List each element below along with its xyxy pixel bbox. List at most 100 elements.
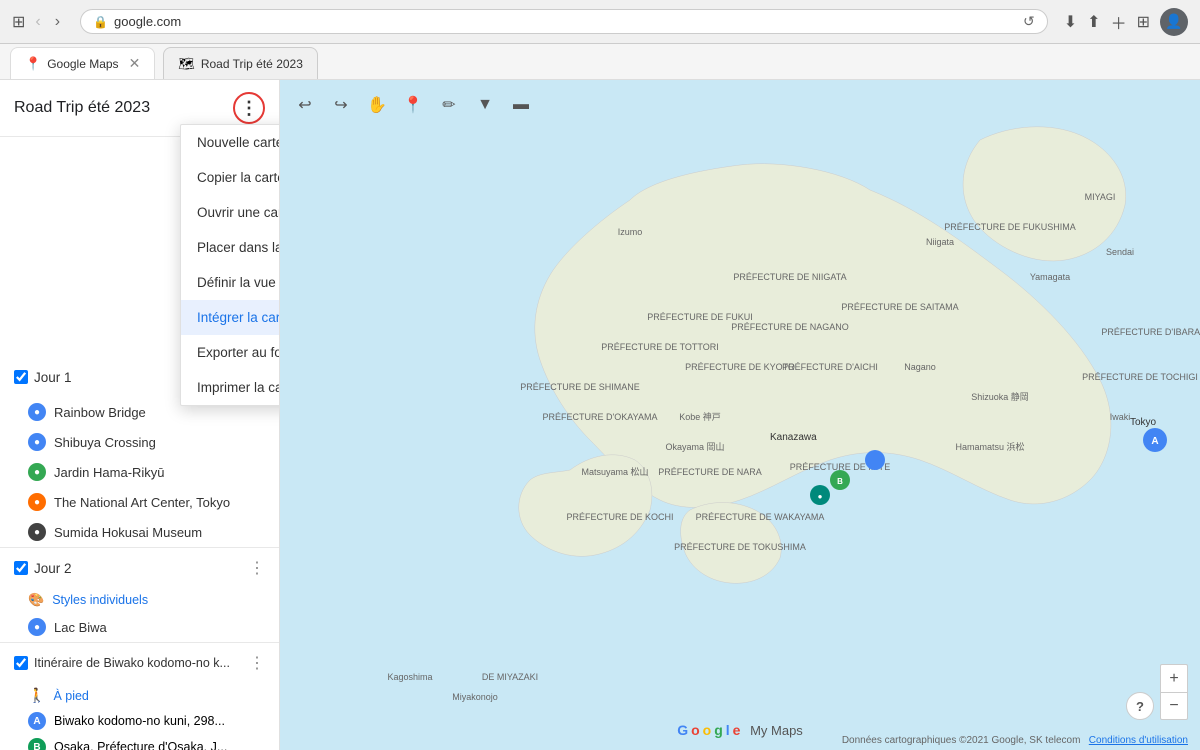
hand-tool-button[interactable]: ✋ — [360, 88, 394, 122]
svg-text:Izumo: Izumo — [618, 227, 643, 237]
national-art-label: The National Art Center, Tokyo — [54, 495, 230, 510]
sidebar-title: Road Trip été 2023 — [14, 99, 150, 117]
map-toolbar: ↩ ↪ ✋ 📍 ✏ ▼ ▬ — [288, 88, 538, 122]
tab-bar: 📍 Google Maps ✕ 🗺 Road Trip été 2023 — [0, 44, 1200, 80]
menu-item-ouvrir[interactable]: Ouvrir une carte — [181, 195, 280, 230]
styles-item[interactable]: 🎨 Styles individuels — [0, 588, 279, 612]
tab1-close[interactable]: ✕ — [129, 55, 141, 72]
avatar[interactable]: 👤 — [1160, 8, 1188, 36]
section1-checkbox[interactable] — [14, 370, 28, 384]
list-item-sumida[interactable]: ● Sumida Hokusai Museum — [0, 517, 279, 547]
svg-text:Sendai: Sendai — [1106, 247, 1134, 257]
zoom-out-button[interactable]: − — [1160, 692, 1188, 720]
svg-text:Hamamatsu 浜松: Hamamatsu 浜松 — [955, 441, 1024, 452]
footer-link[interactable]: Conditions d'utilisation — [1089, 735, 1188, 746]
menu-item-kml[interactable]: Exporter au format KML/KMZ — [181, 335, 280, 370]
route-a-icon: A — [28, 712, 46, 730]
section3-title: Itinéraire de Biwako kodomo-no k... — [34, 656, 230, 670]
svg-text:PRÉFECTURE DE KYOTO: PRÉFECTURE DE KYOTO — [685, 362, 795, 372]
lac-biwa-label: Lac Biwa — [54, 620, 107, 635]
route-b-icon: B — [28, 738, 46, 750]
section3-more-button[interactable]: ⋮ — [249, 653, 265, 673]
menu-item-copier[interactable]: Copier la carte — [181, 160, 280, 195]
route-item-b[interactable]: B Osaka, Préfecture d'Osaka, J... — [0, 734, 279, 750]
route-a-label: Biwako kodomo-no kuni, 298... — [54, 714, 225, 728]
section2-header: Jour 2 ⋮ — [0, 548, 279, 588]
forward-button[interactable]: › — [51, 11, 64, 33]
more-options-button[interactable]: ⋮ — [233, 92, 265, 124]
svg-text:PRÉFECTURE DE TOTTORI: PRÉFECTURE DE TOTTORI — [601, 342, 719, 352]
section2-title: Jour 2 — [34, 561, 72, 576]
lac-biwa-icon: ● — [28, 618, 46, 636]
menu-item-integrer[interactable]: Intégrer la carte à mon site — [181, 300, 280, 335]
svg-text:Kagoshima: Kagoshima — [387, 672, 432, 682]
shibuya-label: Shibuya Crossing — [54, 435, 156, 450]
pin-tool-button[interactable]: 📍 — [396, 88, 430, 122]
svg-text:Miyakonojo: Miyakonojo — [452, 692, 498, 702]
section2-more-button[interactable]: ⋮ — [249, 558, 265, 578]
hama-rikyu-icon: ● — [28, 463, 46, 481]
sidebar-toggle-icon[interactable]: ⊞ — [12, 12, 25, 32]
footer-credits: Données cartographiques ©2021 Google, SK… — [842, 735, 1081, 746]
menu-item-imprimer[interactable]: Imprimer la carte — [181, 370, 280, 405]
section3-checkbox[interactable] — [14, 656, 28, 670]
svg-text:PRÉFECTURE D'IBARAKI: PRÉFECTURE D'IBARAKI — [1101, 327, 1200, 337]
svg-text:Kobe 神戸: Kobe 神戸 — [679, 411, 721, 422]
menu-item-corbeille[interactable]: Placer dans la corbeille — [181, 230, 280, 265]
redo-button[interactable]: ↪ — [324, 88, 358, 122]
undo-button[interactable]: ↩ — [288, 88, 322, 122]
section2-checkbox[interactable] — [14, 561, 28, 575]
dropdown-menu: Nouvelle carte Copier la carte Ouvrir un… — [180, 124, 280, 406]
address-bar[interactable]: 🔒 google.com ↺ — [80, 9, 1048, 34]
sumida-icon: ● — [28, 523, 46, 541]
sidebar: Road Trip été 2023 ⋮ Nouvelle carte Copi… — [0, 80, 280, 750]
reload-icon[interactable]: ↺ — [1023, 13, 1035, 30]
menu-item-vue-defaut[interactable]: Définir la vue par défaut — [181, 265, 280, 300]
svg-text:Shizuoka 静岡: Shizuoka 静岡 — [971, 391, 1029, 402]
draw-line-button[interactable]: ✏ — [432, 88, 466, 122]
list-item-shibuya[interactable]: ● Shibuya Crossing — [0, 427, 279, 457]
tab-road-trip[interactable]: 🗺 Road Trip été 2023 — [163, 47, 318, 79]
hama-rikyu-label: Jardin Hama-Rikyū — [54, 465, 165, 480]
new-tab-icon[interactable]: ＋ — [1111, 10, 1127, 34]
svg-text:Niigata: Niigata — [926, 237, 954, 247]
download-icon[interactable]: ⬇ — [1064, 12, 1077, 32]
svg-text:A: A — [1151, 436, 1158, 447]
svg-text:●: ● — [818, 492, 823, 501]
svg-text:PRÉFECTURE DE KOCHI: PRÉFECTURE DE KOCHI — [566, 512, 673, 522]
svg-text:Okayama 岡山: Okayama 岡山 — [665, 442, 724, 452]
tab2-favicon: 🗺 — [178, 56, 195, 72]
walking-icon: 🚶 — [28, 687, 45, 704]
map-controls: + − — [1160, 664, 1188, 720]
map-area[interactable]: PRÉFECTURE DE NAGANO PRÉFECTURE DE SAITA… — [280, 80, 1200, 750]
national-art-icon: ● — [28, 493, 46, 511]
svg-text:PRÉFECTURE DE SAITAMA: PRÉFECTURE DE SAITAMA — [841, 302, 958, 312]
back-button[interactable]: ‹ — [31, 11, 44, 33]
svg-text:PRÉFECTURE DE TOKUSHIMA: PRÉFECTURE DE TOKUSHIMA — [674, 542, 806, 552]
measure-button[interactable]: ▼ — [468, 88, 502, 122]
grid-icon[interactable]: ⊞ — [1137, 12, 1150, 32]
mymaps-label: My Maps — [750, 723, 803, 738]
sumida-label: Sumida Hokusai Museum — [54, 525, 202, 540]
foot-label: À pied — [53, 689, 88, 703]
svg-text:DE MIYAZAKI: DE MIYAZAKI — [482, 672, 538, 682]
svg-text:Iwaki: Iwaki — [1110, 412, 1131, 422]
list-item-lac-biwa[interactable]: ● Lac Biwa — [0, 612, 279, 642]
more-tools-button[interactable]: ▬ — [504, 88, 538, 122]
list-item-national-art[interactable]: ● The National Art Center, Tokyo — [0, 487, 279, 517]
browser-chrome: ⊞ ‹ › 🔒 google.com ↺ ⬇ ⬆ ＋ ⊞ 👤 — [0, 0, 1200, 44]
map-svg: PRÉFECTURE DE NAGANO PRÉFECTURE DE SAITA… — [280, 80, 1200, 750]
list-item-hama-rikyu[interactable]: ● Jardin Hama-Rikyū — [0, 457, 279, 487]
tab1-favicon: 📍 — [25, 56, 41, 72]
route-item-a[interactable]: A Biwako kodomo-no kuni, 298... — [0, 708, 279, 734]
share-icon[interactable]: ⬆ — [1087, 12, 1100, 32]
svg-text:Nagano: Nagano — [904, 362, 936, 372]
zoom-in-button[interactable]: + — [1160, 664, 1188, 692]
tab-google-maps[interactable]: 📍 Google Maps ✕ — [10, 47, 155, 79]
svg-text:MIYAGI: MIYAGI — [1085, 192, 1116, 202]
menu-item-nouvelle-carte[interactable]: Nouvelle carte — [181, 125, 280, 160]
foot-item: 🚶 À pied — [0, 683, 279, 708]
section3-header: Itinéraire de Biwako kodomo-no k... ⋮ — [0, 643, 279, 683]
help-button[interactable]: ? — [1126, 692, 1154, 720]
styles-label: Styles individuels — [52, 593, 148, 607]
